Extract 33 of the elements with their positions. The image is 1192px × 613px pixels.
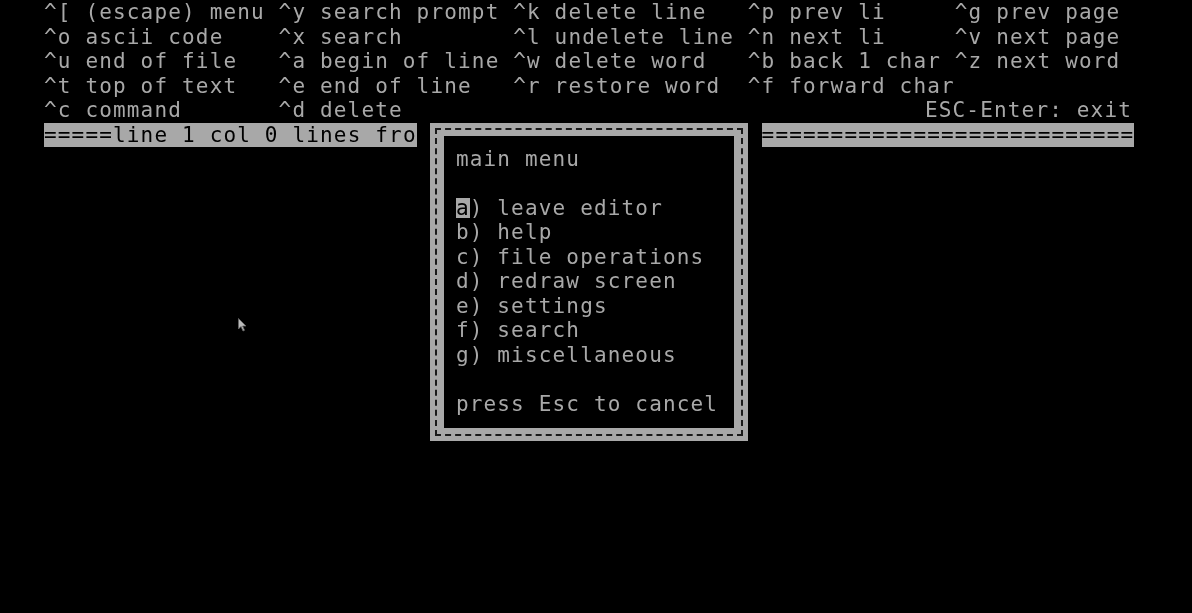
shortcut-hint: ^f forward char <box>747 73 955 98</box>
shortcut-hint: ^t top of text <box>44 73 239 98</box>
shortcut-hint: ^x search <box>278 24 404 49</box>
shortcut-hint: ^[ (escape) menu <box>44 0 266 25</box>
shortcut-hint: ^e end of line <box>278 73 473 98</box>
menu-item[interactable]: c) file operations <box>455 245 705 269</box>
exit-hint: ESC-Enter: exit <box>924 98 1132 123</box>
shortcut-hint: ^v next page <box>954 24 1122 49</box>
menu-item[interactable]: f) search <box>455 318 581 343</box>
shortcut-hint: ^w delete word <box>513 49 708 74</box>
shortcut-hint: ^y search prompt <box>278 0 501 25</box>
menu-item[interactable]: g) miscellaneous <box>455 343 677 367</box>
shortcut-hint: ^b back 1 char <box>747 49 943 74</box>
shortcut-hint: ^p prev li <box>747 0 887 25</box>
shortcut-hint: ^k delete line <box>513 0 708 25</box>
status-bar: =========================== <box>761 122 1135 147</box>
shortcut-hint: ^a begin of line <box>278 49 501 74</box>
shortcut-hint: ^n next li <box>747 24 887 49</box>
menu-title: main menu <box>455 147 581 171</box>
menu-item[interactable]: d) redraw screen <box>455 269 677 294</box>
shortcut-hint: ^g prev page <box>954 0 1122 25</box>
mouse-pointer-icon <box>238 318 247 332</box>
menu-item[interactable]: e) settings <box>455 294 608 318</box>
shortcut-hint: ^o ascii code <box>44 24 225 49</box>
cancel-hint: press Esc to cancel <box>455 392 719 416</box>
shortcut-hint: ^c command <box>44 98 184 123</box>
shortcut-hint: ^z next word <box>954 49 1122 74</box>
menu-item[interactable]: b) help <box>455 220 553 245</box>
status-bar: =====line 1 col 0 lines fro <box>44 122 417 147</box>
shortcut-hint: ^l undelete line <box>513 24 736 49</box>
shortcut-hint: ^u end of file <box>44 49 239 74</box>
shortcut-hint: ^d delete <box>278 98 404 123</box>
shortcut-hint: ^r restore word <box>513 73 722 98</box>
